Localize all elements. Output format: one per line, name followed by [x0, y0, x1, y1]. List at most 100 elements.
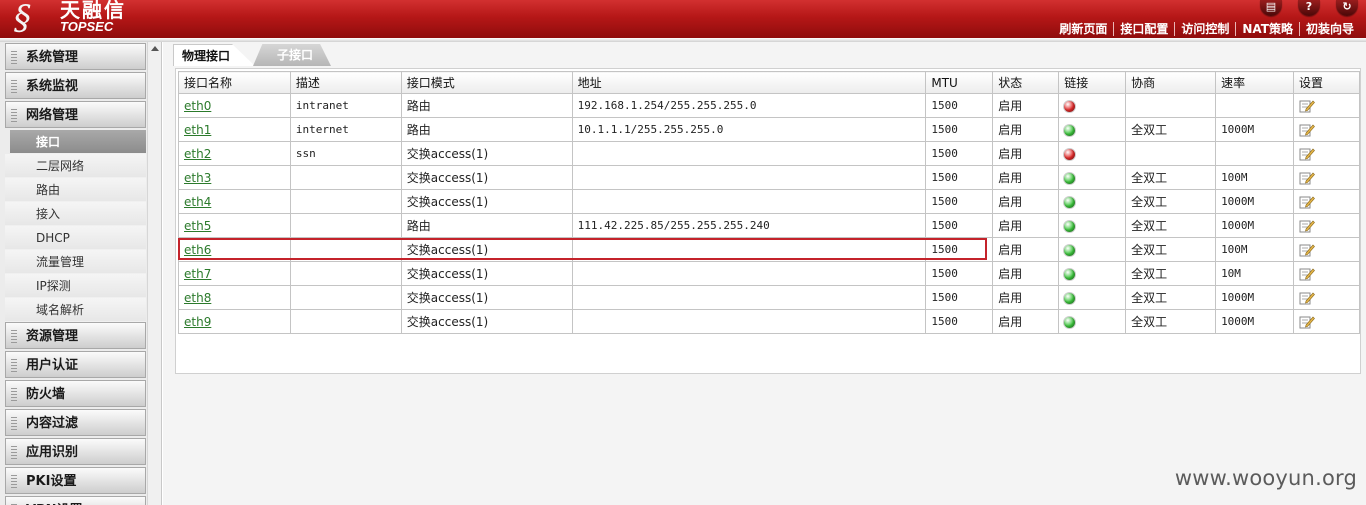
- cell-interface-name: eth7: [178, 261, 291, 286]
- nav-item-2[interactable]: 访问控制: [1175, 19, 1235, 38]
- cell-mode: 交换access(1): [400, 189, 573, 214]
- cell-speed: 1000M: [1215, 309, 1294, 334]
- sidebar-item[interactable]: 路由: [5, 178, 146, 202]
- link-up-icon: [1064, 172, 1076, 184]
- edit-icon[interactable]: [1299, 315, 1315, 329]
- table-body: eth0 intranet 路由 192.168.1.254/255.255.255.…: [178, 93, 1361, 334]
- sidebar-category[interactable]: 网络管理: [5, 101, 146, 128]
- cell-negotiation: [1125, 93, 1217, 118]
- edit-icon[interactable]: [1299, 195, 1315, 209]
- column-header: 状态: [992, 71, 1060, 94]
- interface-link[interactable]: eth9: [184, 315, 211, 329]
- cell-settings: [1292, 261, 1361, 286]
- table-row: eth6 交换access(1) 1500 启用 全双工 100M: [178, 237, 1361, 262]
- sidebar-item[interactable]: 接入: [5, 202, 146, 226]
- interface-link[interactable]: eth2: [184, 147, 211, 161]
- cell-description: [289, 261, 402, 286]
- link-up-icon: [1064, 268, 1076, 280]
- cell-negotiation: 全双工: [1125, 309, 1217, 334]
- table-row: eth5 路由 111.42.225.85/255.255.255.240 1500 启…: [178, 213, 1361, 238]
- scroll-up-icon[interactable]: [151, 46, 159, 51]
- header-bar: § 天融信 TOPSEC ▤? ↻ 刷新页面 接口配置 访问控制 NAT策略 初装向导: [0, 0, 1366, 38]
- edit-icon[interactable]: [1299, 243, 1315, 257]
- cell-link: [1058, 285, 1127, 310]
- grip-icon: [11, 446, 17, 459]
- cell-interface-name: eth5: [178, 213, 291, 238]
- cell-interface-name: eth0: [178, 93, 291, 118]
- save-icon[interactable]: ▤: [1260, 0, 1282, 16]
- edit-icon[interactable]: [1299, 147, 1315, 161]
- sidebar-category[interactable]: 系统监视: [5, 72, 146, 99]
- link-up-icon: [1064, 316, 1076, 328]
- help-icon[interactable]: ?: [1298, 0, 1320, 16]
- sidebar-category-label: 资源管理: [26, 329, 79, 344]
- edit-icon[interactable]: [1299, 171, 1315, 185]
- interface-link[interactable]: eth8: [184, 291, 211, 305]
- cell-status: 启用: [992, 309, 1060, 334]
- interface-link[interactable]: eth7: [184, 267, 211, 281]
- edit-icon[interactable]: [1299, 219, 1315, 233]
- logout-icon[interactable]: ↻: [1336, 0, 1358, 16]
- sidebar-scrollbar[interactable]: [147, 42, 161, 505]
- interface-link[interactable]: eth4: [184, 195, 211, 209]
- edit-icon[interactable]: [1299, 291, 1315, 305]
- grip-icon: [11, 417, 17, 430]
- sidebar-item-interface[interactable]: 接口: [10, 130, 146, 154]
- interface-link[interactable]: eth0: [184, 99, 211, 113]
- interface-link[interactable]: eth6: [184, 243, 211, 257]
- cell-description: intranet: [289, 93, 402, 118]
- sidebar-category-label: 防火墙: [26, 387, 66, 402]
- cell-status: 启用: [992, 213, 1060, 238]
- sidebar-category[interactable]: VPN设置: [5, 496, 146, 505]
- cell-status: 启用: [992, 261, 1060, 286]
- sidebar-item[interactable]: IP探测: [5, 274, 146, 298]
- sidebar: 系统管理 系统监视网络管理接口 二层网络 路由 接入 DHCP 流量管理 IP探测 域名解析资源…: [0, 42, 162, 505]
- cell-link: [1058, 309, 1127, 334]
- cell-mode: 交换access(1): [400, 237, 573, 262]
- cell-mtu: 1500: [925, 165, 994, 190]
- sidebar-category[interactable]: 防火墙: [5, 380, 146, 407]
- edit-icon[interactable]: [1299, 123, 1315, 137]
- sidebar-category[interactable]: 应用识别: [5, 438, 146, 465]
- link-up-icon: [1064, 244, 1076, 256]
- cell-speed: 1000M: [1215, 285, 1294, 310]
- logo-swoosh-icon: §: [14, 0, 31, 38]
- tab-sub-interface[interactable]: 子接口: [253, 44, 331, 66]
- nav-item-4[interactable]: 初装向导: [1300, 19, 1360, 38]
- cell-status: 启用: [992, 93, 1060, 118]
- table-row: eth9 交换access(1) 1500 启用 全双工 1000M: [178, 309, 1361, 334]
- sidebar-category-label: 网络管理: [26, 108, 79, 123]
- interface-table: 接口名称 描述 接口模式 地址 MTU 状态 链接 协商 速率 设置 eth0 intranet 路由…: [178, 71, 1361, 334]
- interface-link[interactable]: eth1: [184, 123, 211, 137]
- nav-item-1[interactable]: 接口配置: [1114, 19, 1174, 38]
- interface-link[interactable]: eth3: [184, 171, 211, 185]
- sidebar-category[interactable]: 用户认证: [5, 351, 146, 378]
- nav-item-0[interactable]: 刷新页面: [1053, 19, 1113, 38]
- sidebar-item[interactable]: 二层网络: [5, 154, 146, 178]
- interface-link[interactable]: eth5: [184, 219, 211, 233]
- edit-icon[interactable]: [1299, 99, 1315, 113]
- cell-settings: [1292, 285, 1361, 310]
- interface-table-panel: 接口名称 描述 接口模式 地址 MTU 状态 链接 协商 速率 设置 eth0 intranet 路由…: [175, 68, 1361, 374]
- cell-negotiation: 全双工: [1125, 237, 1217, 262]
- nav-item-3[interactable]: NAT策略: [1236, 19, 1299, 38]
- grip-icon: [11, 330, 17, 343]
- sidebar-item[interactable]: 流量管理: [5, 250, 146, 274]
- top-navigation: 刷新页面 接口配置 访问控制 NAT策略 初装向导: [1053, 19, 1360, 38]
- header-icons: ▤? ↻: [1260, 0, 1358, 16]
- sidebar-category[interactable]: 系统管理: [5, 43, 146, 70]
- sidebar-item[interactable]: DHCP: [5, 226, 146, 250]
- cell-status: 启用: [992, 189, 1060, 214]
- sidebar-category-label: VPN设置: [26, 497, 82, 505]
- cell-mtu: 1500: [925, 117, 994, 142]
- sidebar-item[interactable]: 域名解析: [5, 298, 146, 322]
- grip-icon: [11, 51, 17, 64]
- edit-icon[interactable]: [1299, 267, 1315, 281]
- cell-settings: [1292, 165, 1361, 190]
- cell-status: 启用: [992, 285, 1060, 310]
- sidebar-category[interactable]: 资源管理: [5, 322, 146, 349]
- sidebar-category[interactable]: 内容过滤: [5, 409, 146, 436]
- tab-physical-interface[interactable]: 物理接口: [173, 44, 255, 66]
- sidebar-category[interactable]: PKI设置: [5, 467, 146, 494]
- sidebar-menu: 系统管理 系统监视网络管理接口 二层网络 路由 接入 DHCP 流量管理 IP探测 域名解析资源…: [5, 43, 146, 505]
